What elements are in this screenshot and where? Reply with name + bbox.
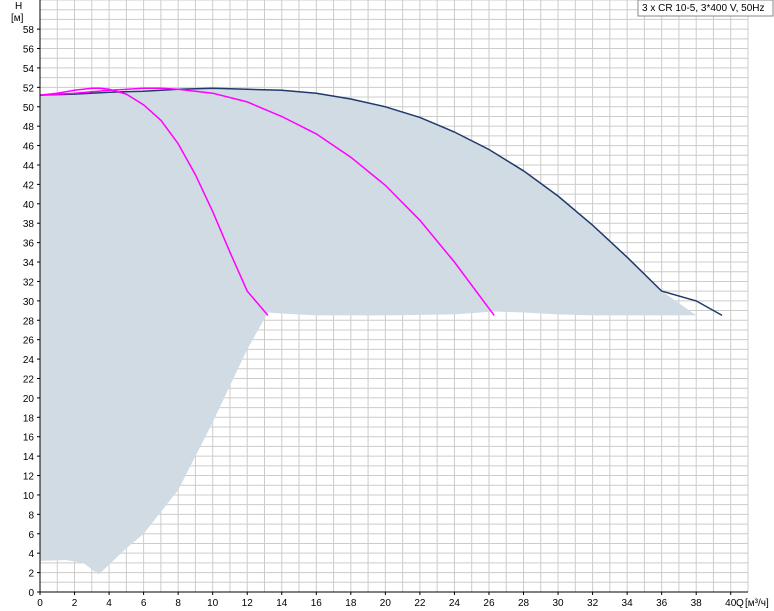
y-tick-label: 42 <box>23 180 35 191</box>
y-tick-label: 6 <box>28 530 34 541</box>
x-tick-label: 6 <box>141 598 147 609</box>
y-tick-label: 50 <box>23 103 35 114</box>
x-tick-label: 16 <box>311 598 323 609</box>
y-tick-label: 12 <box>23 472 35 483</box>
y-axis-unit: [м] <box>11 13 24 24</box>
y-tick-label: 58 <box>23 25 35 36</box>
y-tick-label: 34 <box>23 258 35 269</box>
x-tick-label: 30 <box>552 598 564 609</box>
y-tick-label: 4 <box>28 549 34 560</box>
y-tick-label: 2 <box>28 569 34 580</box>
x-tick-label: 14 <box>276 598 288 609</box>
y-tick-label: 20 <box>23 394 35 405</box>
x-tick-label: 32 <box>587 598 599 609</box>
y-tick-label: 24 <box>23 355 35 366</box>
y-tick-label: 18 <box>23 413 35 424</box>
y-tick-label: 26 <box>23 336 35 347</box>
x-tick-label: 20 <box>380 598 392 609</box>
y-tick-label: 8 <box>28 510 34 521</box>
y-tick-label: 14 <box>23 452 35 463</box>
x-tick-label: 34 <box>622 598 634 609</box>
x-tick-label: 28 <box>518 598 530 609</box>
y-tick-label: 40 <box>23 200 35 211</box>
y-tick-label: 48 <box>23 122 35 133</box>
y-tick-label: 28 <box>23 316 35 327</box>
x-tick-label: 40 <box>725 598 737 609</box>
y-tick-label: 16 <box>23 433 35 444</box>
x-axis-unit: [м³/ч] <box>745 598 769 609</box>
x-tick-label: 0 <box>37 598 43 609</box>
y-tick-label: 0 <box>28 588 34 599</box>
y-tick-label: 36 <box>23 239 35 250</box>
y-tick-label: 54 <box>23 64 35 75</box>
pump-performance-chart: 0 2 4 6 8 10 12 14 16 18 20 22 24 26 28 30 32 34 36 38 40024… <box>0 0 774 611</box>
x-tick-label: 2 <box>72 598 78 609</box>
y-tick-label: 22 <box>23 374 35 385</box>
y-axis-label: H <box>15 1 22 12</box>
x-tick-label: 22 <box>414 598 426 609</box>
legend: 3 x CR 10-5, 3*400 V, 50Hz <box>637 0 774 17</box>
x-axis-label: Q <box>736 598 744 609</box>
x-tick-label: 4 <box>106 598 112 609</box>
y-tick-label: 32 <box>23 277 35 288</box>
y-tick-label: 46 <box>23 142 35 153</box>
x-tick-label: 10 <box>207 598 219 609</box>
y-tick-label: 30 <box>23 297 35 308</box>
legend-label: 3 x CR 10-5, 3*400 V, 50Hz <box>642 3 764 14</box>
y-tick-label: 38 <box>23 219 35 230</box>
x-tick-label: 24 <box>449 598 461 609</box>
x-tick-label: 8 <box>175 598 181 609</box>
y-tick-label: 44 <box>23 161 35 172</box>
y-tick-label: 56 <box>23 45 35 56</box>
x-tick-label: 12 <box>242 598 254 609</box>
y-tick-label: 10 <box>23 491 35 502</box>
x-tick-label: 26 <box>483 598 495 609</box>
x-tick-label: 36 <box>656 598 668 609</box>
y-tick-label: 52 <box>23 83 35 94</box>
x-tick-label: 18 <box>345 598 357 609</box>
x-tick-label: 38 <box>691 598 703 609</box>
